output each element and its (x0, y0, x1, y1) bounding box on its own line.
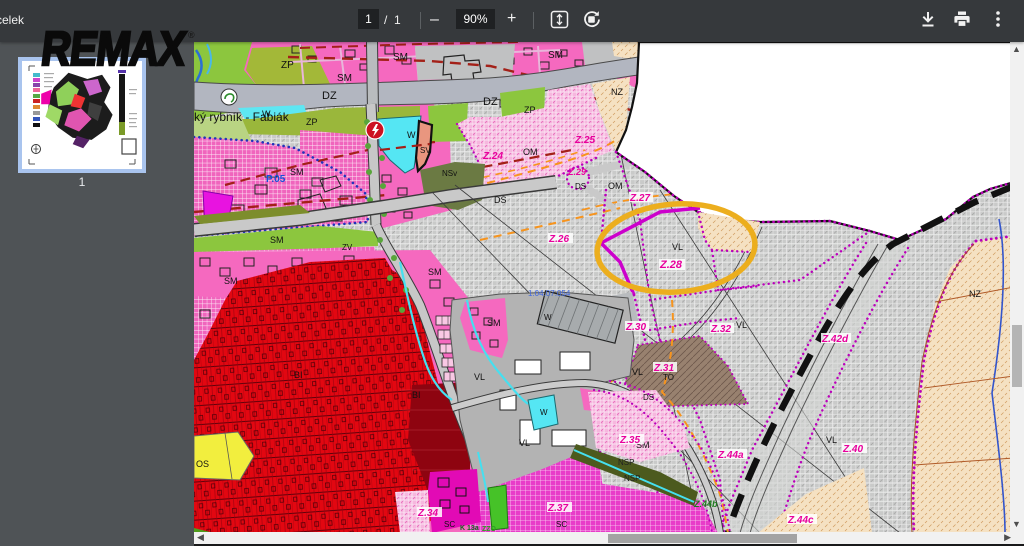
svg-text:VL: VL (672, 242, 683, 252)
svg-text:DS: DS (643, 393, 654, 402)
svg-text:VL: VL (632, 367, 643, 377)
svg-text:Z.24: Z.24 (482, 151, 503, 162)
svg-text:SM: SM (548, 50, 563, 61)
svg-text:SM: SM (270, 235, 284, 245)
svg-text:BI: BI (294, 370, 303, 380)
svg-text:W: W (540, 408, 548, 417)
svg-text:ZP: ZP (524, 105, 536, 115)
svg-text:VL: VL (474, 372, 485, 382)
svg-text:NZ: NZ (969, 289, 981, 299)
svg-text:K 13a: K 13a (460, 525, 479, 532)
svg-text:Z.26: Z.26 (548, 234, 569, 245)
svg-text:W: W (544, 313, 552, 322)
svg-text:Z.44a: Z.44a (717, 450, 744, 461)
svg-text:VL: VL (519, 438, 530, 448)
svg-text:SM: SM (428, 267, 442, 277)
svg-text:Z.31: Z.31 (653, 363, 674, 374)
svg-text:SM: SM (393, 52, 408, 63)
svg-text:SC: SC (444, 520, 455, 529)
svg-text:NSv: NSv (442, 169, 457, 178)
svg-text:VL: VL (736, 320, 747, 330)
svg-text:DZ: DZ (483, 96, 498, 108)
svg-text:NSP: NSP (618, 458, 634, 467)
svg-text:DS: DS (575, 182, 586, 191)
svg-text:VL: VL (826, 435, 837, 445)
svg-text:BI: BI (412, 390, 421, 400)
svg-text:Z.40: Z.40 (842, 444, 863, 455)
svg-text:ZV: ZV (342, 243, 353, 252)
svg-text:ZP: ZP (281, 60, 294, 71)
svg-text:NSP: NSP (624, 474, 640, 483)
svg-text:Z.35: Z.35 (619, 435, 640, 446)
svg-text:OM: OM (608, 181, 623, 191)
svg-text:OS: OS (196, 459, 209, 469)
svg-text:1.04.07.054: 1.04.07.054 (528, 289, 571, 298)
svg-text:SM: SM (290, 167, 304, 177)
svg-text:Z.32: Z.32 (710, 324, 731, 335)
svg-text:SM: SM (487, 318, 501, 328)
svg-text:ZP: ZP (306, 117, 318, 127)
svg-text:Z.29: Z.29 (567, 167, 586, 177)
svg-text:SV: SV (420, 146, 431, 155)
svg-text:Z.30: Z.30 (625, 322, 646, 333)
svg-text:Z.37: Z.37 (547, 503, 568, 514)
svg-text:OM: OM (523, 147, 538, 157)
svg-text:Z.25: Z.25 (574, 135, 595, 146)
svg-text:TO: TO (663, 373, 674, 382)
svg-text:Z.27: Z.27 (629, 193, 650, 204)
svg-text:DS: DS (494, 195, 507, 205)
svg-text:Z.28: Z.28 (659, 259, 683, 271)
svg-text:NZ: NZ (611, 87, 623, 97)
svg-text:SC: SC (556, 520, 567, 529)
svg-text:W: W (407, 130, 416, 140)
svg-text:SM: SM (224, 276, 238, 286)
svg-text:Z.34: Z.34 (417, 508, 438, 519)
svg-text:Z.44c: Z.44c (787, 515, 814, 526)
svg-text:Z.44b: Z.44b (693, 499, 718, 509)
svg-text:SM: SM (337, 73, 352, 84)
svg-text:Z.42d: Z.42d (821, 334, 849, 345)
svg-text:DZ: DZ (322, 90, 337, 102)
svg-text:P.05: P.05 (266, 174, 286, 185)
svg-text:ký rybník - Fabiák: ký rybník - Fabiák (194, 110, 290, 124)
